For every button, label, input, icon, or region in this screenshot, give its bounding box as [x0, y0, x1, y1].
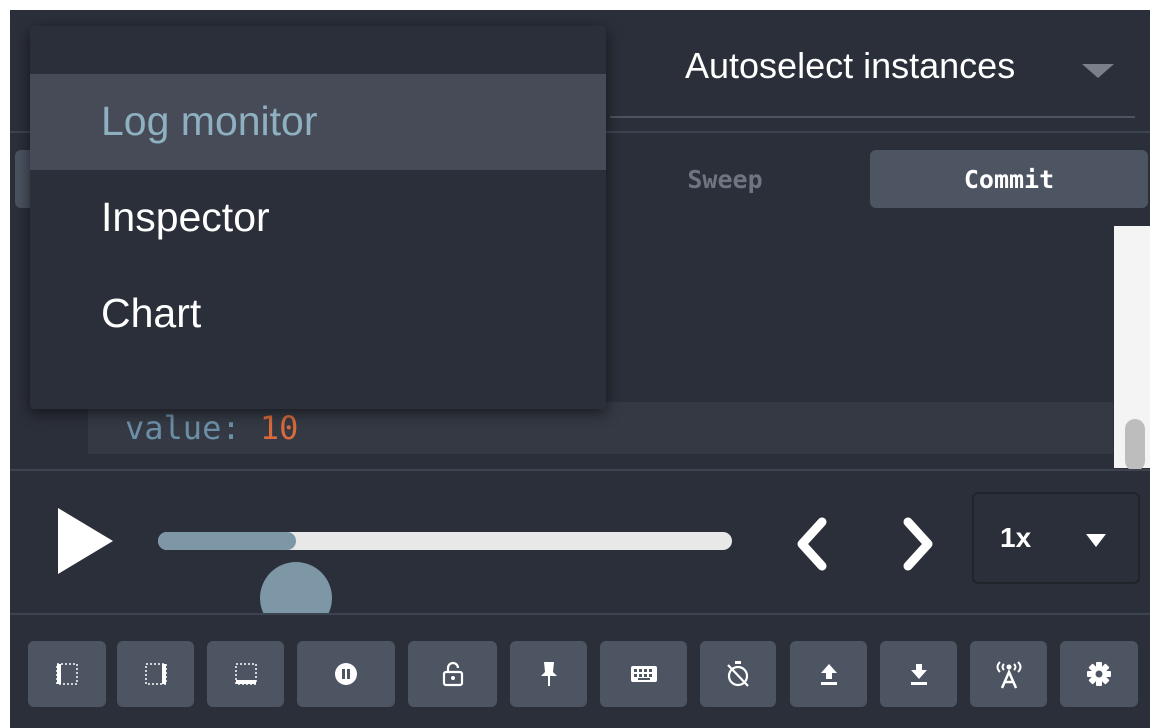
scrollbar-thumb[interactable]: [1125, 419, 1145, 471]
select-underline: [610, 116, 1135, 118]
devtools-panel: Autoselect instances Sweep Commit value:…: [10, 10, 1150, 728]
timer-off-button[interactable]: [700, 641, 776, 707]
settings-button[interactable]: [1060, 641, 1138, 707]
pause-icon: [335, 663, 357, 685]
menu-item-label: Chart: [101, 290, 202, 336]
settings-icon: [1087, 662, 1111, 686]
value-key: value:: [125, 409, 241, 447]
dock-left-button[interactable]: [28, 641, 106, 707]
instances-select[interactable]: Autoselect instances: [685, 45, 1015, 87]
upload-button[interactable]: [790, 641, 867, 707]
menu-item-log-monitor[interactable]: Log monitor: [30, 74, 606, 170]
dock-left-icon: [56, 663, 78, 685]
pin-button[interactable]: [510, 641, 587, 707]
state-value: value: 10: [125, 404, 298, 452]
upload-icon: [820, 664, 837, 685]
previous-button[interactable]: [788, 514, 838, 574]
monitor-menu: Log monitor Inspector Chart: [30, 26, 606, 409]
menu-item-label: Inspector: [101, 194, 270, 240]
keyboard-button[interactable]: [600, 641, 687, 707]
chevron-down-icon[interactable]: [1082, 64, 1114, 78]
toolbar: [10, 613, 1150, 728]
menu-item-label: Log monitor: [101, 98, 318, 144]
dock-bottom-icon: [234, 663, 257, 685]
next-button[interactable]: [892, 514, 942, 574]
play-button[interactable]: [58, 508, 113, 574]
value-number: 10: [259, 409, 299, 447]
speed-select[interactable]: 1x: [972, 492, 1140, 584]
pause-button[interactable]: [297, 641, 395, 707]
lock-button[interactable]: [408, 641, 497, 707]
chevron-down-icon: [1086, 534, 1106, 547]
keyboard-icon: [630, 666, 657, 682]
slider-fill: [158, 532, 296, 550]
menu-item-inspector[interactable]: Inspector: [30, 170, 606, 266]
lock-icon: [442, 661, 463, 687]
timeline-slider[interactable]: [158, 532, 732, 634]
dock-right-button[interactable]: [117, 641, 194, 707]
pin-icon: [540, 662, 557, 686]
player-bar: 1x: [10, 469, 1150, 634]
timer-off-icon: [727, 661, 749, 687]
dock-right-icon: [144, 663, 167, 685]
download-icon: [910, 664, 927, 685]
remote-button[interactable]: [970, 641, 1047, 707]
tab-commit[interactable]: Commit: [870, 150, 1148, 208]
speed-value: 1x: [1000, 522, 1032, 553]
menu-item-chart[interactable]: Chart: [30, 266, 606, 362]
tab-sweep[interactable]: Sweep: [580, 150, 870, 208]
download-button[interactable]: [880, 641, 957, 707]
remote-icon: [996, 661, 1021, 689]
dock-bottom-button[interactable]: [207, 641, 284, 707]
